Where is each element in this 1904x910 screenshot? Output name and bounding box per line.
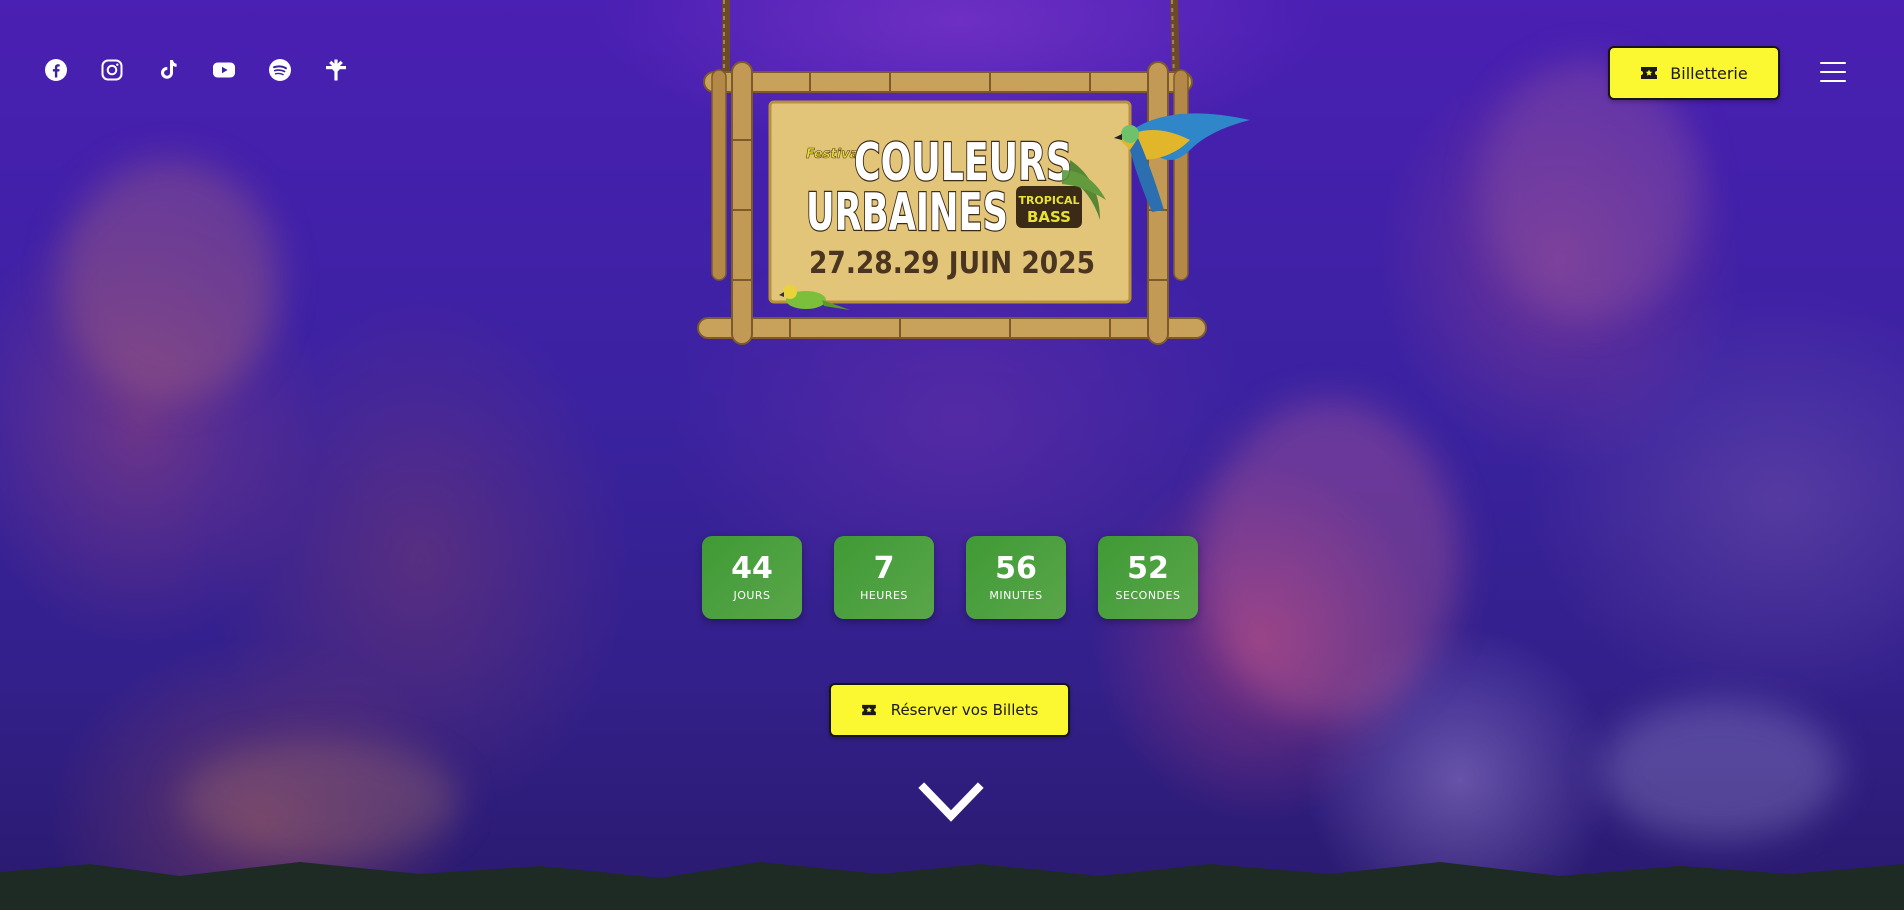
- ticket-button[interactable]: Billetterie: [1608, 46, 1780, 100]
- rope-right: [1170, 0, 1180, 81]
- countdown-seconds-value: 52: [1127, 551, 1169, 586]
- instagram-icon[interactable]: [100, 58, 124, 82]
- bg-crowd-blur: [1600, 700, 1840, 840]
- tiktok-icon[interactable]: [156, 58, 180, 82]
- countdown-minutes-value: 56: [995, 551, 1037, 586]
- spotify-icon[interactable]: [268, 58, 292, 82]
- social-links: [44, 58, 348, 82]
- youtube-icon[interactable]: [212, 58, 236, 82]
- countdown-hours-label: HEURES: [860, 589, 908, 602]
- countdown-hours: 7 HEURES: [834, 536, 934, 619]
- logo-dates: 27.28.29 JUIN 2025: [809, 246, 1095, 281]
- countdown-hours-value: 7: [873, 551, 895, 586]
- rope-left: [722, 0, 730, 80]
- footer-hills-divider: [0, 862, 1904, 910]
- facebook-icon[interactable]: [44, 58, 68, 82]
- tropical-bass-badge: TROPICAL BASS: [1016, 186, 1082, 228]
- logo-line2: URBAINES: [806, 183, 1008, 243]
- bg-crowd-blur: [60, 160, 280, 400]
- bg-crowd-blur: [180, 740, 460, 860]
- menu-icon[interactable]: [1820, 62, 1846, 82]
- reserve-tickets-button[interactable]: Réserver vos Billets: [829, 683, 1070, 737]
- countdown-days-value: 44: [731, 551, 773, 586]
- countdown: 44 JOURS 7 HEURES 56 MINUTES 52 SECONDES: [702, 536, 1198, 619]
- countdown-days: 44 JOURS: [702, 536, 802, 619]
- countdown-seconds: 52 SECONDES: [1098, 536, 1198, 619]
- countdown-days-label: JOURS: [733, 589, 771, 602]
- ticket-button-label: Billetterie: [1670, 63, 1748, 83]
- countdown-minutes-label: MINUTES: [989, 589, 1043, 602]
- svg-text:TROPICAL: TROPICAL: [1018, 194, 1079, 207]
- ticket-icon: [1641, 67, 1658, 79]
- linktree-icon[interactable]: [324, 58, 348, 82]
- countdown-minutes: 56 MINUTES: [966, 536, 1066, 619]
- countdown-seconds-label: SECONDES: [1115, 589, 1181, 602]
- festival-logo[interactable]: Festival COULEURS URBAINES TROPICAL BASS…: [690, 0, 1290, 350]
- svg-text:BASS: BASS: [1027, 208, 1071, 226]
- bg-crowd-blur: [1200, 400, 1460, 720]
- reserve-tickets-label: Réserver vos Billets: [890, 701, 1039, 719]
- chevron-down-icon[interactable]: [918, 780, 984, 826]
- ticket-icon: [861, 704, 876, 716]
